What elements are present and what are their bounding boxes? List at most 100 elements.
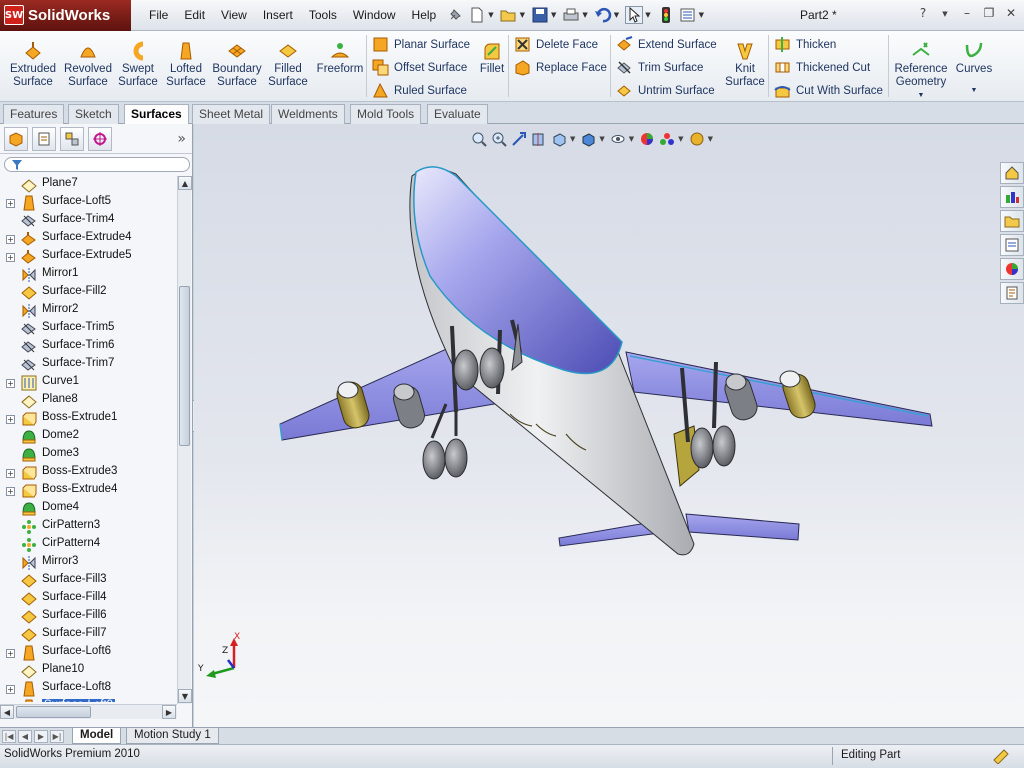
tree-item[interactable]: Surface-Fill4 xyxy=(0,590,176,608)
options-icon[interactable] xyxy=(679,6,697,24)
last-tab-icon[interactable]: ▶| xyxy=(50,730,64,743)
tree-item[interactable]: Plane7 xyxy=(0,176,176,194)
untrim-surface-button[interactable]: Untrim Surface xyxy=(616,82,715,99)
curves-button[interactable]: Curves ▼ xyxy=(954,41,994,97)
tree-item[interactable]: + Surface-Extrude5 xyxy=(0,248,176,266)
tab-mold-tools[interactable]: Mold Tools xyxy=(350,104,422,124)
property-manager-tab[interactable] xyxy=(32,126,56,151)
tab-model[interactable]: Model xyxy=(72,728,122,744)
expand-toggle-icon[interactable]: + xyxy=(6,649,15,658)
tab-surfaces[interactable]: Surfaces xyxy=(124,104,189,125)
menu-edit[interactable]: Edit xyxy=(176,0,213,31)
appearances-scenes-icon[interactable] xyxy=(1000,258,1024,280)
expand-toggle-icon[interactable]: + xyxy=(6,199,15,208)
revolved-surface-button[interactable]: Revolved Surface xyxy=(62,41,114,89)
tree-item[interactable]: Surface-Fill6 xyxy=(0,608,176,626)
tree-item[interactable]: + Surface-Extrude4 xyxy=(0,230,176,248)
tree-item[interactable]: + Boss-Extrude1 xyxy=(0,410,176,428)
fillet-button[interactable]: Fillet xyxy=(478,41,506,76)
configuration-manager-tab[interactable] xyxy=(60,126,84,151)
tree-item[interactable]: + Surface-Loft5 xyxy=(0,194,176,212)
tree-item[interactable]: Surface-Fill7 xyxy=(0,626,176,644)
expand-toggle-icon[interactable]: + xyxy=(6,235,15,244)
open-folder-icon[interactable] xyxy=(500,6,518,24)
rebuild-traffic-light-icon[interactable] xyxy=(657,6,675,24)
restore-icon[interactable]: ❐ xyxy=(982,6,996,22)
tree-item[interactable]: Dome2 xyxy=(0,428,176,446)
select-dropdown-icon[interactable]: ▼ xyxy=(645,11,650,19)
graphics-viewport[interactable]: ▼ ▼ ▼ ▼ ▼ – ❐ ✕ xyxy=(194,124,1024,727)
tree-item[interactable]: Dome3 xyxy=(0,446,176,464)
tree-item[interactable]: + Boss-Extrude3 xyxy=(0,464,176,482)
tree-item[interactable]: Surface-Trim5 xyxy=(0,320,176,338)
print-icon[interactable] xyxy=(562,6,580,24)
dimxpert-manager-tab[interactable] xyxy=(88,126,112,151)
planar-surface-button[interactable]: Planar Surface xyxy=(372,36,470,53)
knit-surface-button[interactable]: Knit Surface xyxy=(724,41,766,89)
tab-sketch[interactable]: Sketch xyxy=(68,104,119,124)
scroll-up-icon[interactable]: ▲ xyxy=(178,176,192,190)
tab-features[interactable]: Features xyxy=(3,104,65,124)
delete-face-button[interactable]: Delete Face xyxy=(514,36,598,53)
solidworks-resources-icon[interactable] xyxy=(1000,162,1024,184)
close-icon[interactable]: ✕ xyxy=(1004,6,1018,22)
tab-weldments[interactable]: Weldments xyxy=(271,104,345,124)
undo-icon[interactable] xyxy=(594,6,612,24)
tree-item[interactable]: Plane10 xyxy=(0,662,176,680)
tree-item[interactable]: Surface-Trim6 xyxy=(0,338,176,356)
tree-item[interactable]: Surface-Fill2 xyxy=(0,284,176,302)
extruded-surface-button[interactable]: Extruded Surface xyxy=(8,41,58,89)
tree-item[interactable]: Surface-Trim4 xyxy=(0,212,176,230)
expand-toggle-icon[interactable]: + xyxy=(6,685,15,694)
tree-item[interactable]: + Boss-Extrude4 xyxy=(0,482,176,500)
reference-geometry-dropdown-icon[interactable]: ▼ xyxy=(918,89,925,102)
tab-evaluate[interactable]: Evaluate xyxy=(427,104,488,124)
expand-toggle-icon[interactable]: + xyxy=(6,253,15,262)
design-library-icon[interactable] xyxy=(1000,186,1024,208)
expand-toggle-icon[interactable]: + xyxy=(6,415,15,424)
swept-surface-button[interactable]: Swept Surface xyxy=(116,41,160,89)
scroll-thumb[interactable] xyxy=(179,286,190,446)
ruled-surface-button[interactable]: Ruled Surface xyxy=(372,82,467,99)
next-tab-icon[interactable]: ▶ xyxy=(34,730,48,743)
minimize-icon[interactable]: – xyxy=(960,6,974,22)
menu-tools[interactable]: Tools xyxy=(301,0,345,31)
new-dropdown-icon[interactable]: ▼ xyxy=(488,11,493,19)
boundary-surface-button[interactable]: Boundary Surface xyxy=(210,41,264,89)
scroll-left-icon[interactable]: ◀ xyxy=(0,705,14,719)
expand-toggle-icon[interactable]: + xyxy=(6,469,15,478)
save-dropdown-icon[interactable]: ▼ xyxy=(551,11,556,19)
pushpin-icon[interactable] xyxy=(446,6,464,24)
tree-item[interactable]: + Surface-Loft6 xyxy=(0,644,176,662)
tree-item[interactable]: CirPattern4 xyxy=(0,536,176,554)
help-icon[interactable]: ? xyxy=(916,6,930,22)
tree-item[interactable]: Surface-Fill3 xyxy=(0,572,176,590)
tree-item[interactable]: Dome4 xyxy=(0,500,176,518)
view-palette-icon[interactable] xyxy=(1000,234,1024,256)
expand-toggle-icon[interactable]: + xyxy=(6,379,15,388)
file-explorer-icon[interactable] xyxy=(1000,210,1024,232)
tree-item[interactable]: Mirror2 xyxy=(0,302,176,320)
lofted-surface-button[interactable]: Lofted Surface xyxy=(164,41,208,89)
extend-surface-button[interactable]: Extend Surface xyxy=(616,36,717,53)
menu-window[interactable]: Window xyxy=(345,0,404,31)
reference-geometry-button[interactable]: Reference Geometry ▼ xyxy=(893,41,949,102)
filter-field[interactable] xyxy=(4,157,190,172)
menu-view[interactable]: View xyxy=(213,0,255,31)
tree-item[interactable]: Surface-Loft9 xyxy=(0,698,176,702)
rebuild-status-icon[interactable] xyxy=(992,748,1010,764)
tree-item[interactable]: Mirror3 xyxy=(0,554,176,572)
options-dropdown-icon[interactable]: ▼ xyxy=(699,11,704,19)
tree-item[interactable]: Mirror1 xyxy=(0,266,176,284)
airplane-surface-model[interactable] xyxy=(194,124,1024,727)
tree-item[interactable]: Plane8 xyxy=(0,392,176,410)
tree-vertical-scrollbar[interactable]: ▲ ▼ xyxy=(177,176,192,704)
scroll-right-icon[interactable]: ▶ xyxy=(162,705,176,719)
new-document-icon[interactable] xyxy=(468,6,486,24)
prev-tab-icon[interactable]: ◀ xyxy=(18,730,32,743)
menu-help[interactable]: Help xyxy=(404,0,445,31)
menu-insert[interactable]: Insert xyxy=(255,0,301,31)
thickened-cut-button[interactable]: Thickened Cut xyxy=(774,59,870,76)
menu-file[interactable]: File xyxy=(141,0,176,31)
filled-surface-button[interactable]: Filled Surface xyxy=(266,41,310,89)
